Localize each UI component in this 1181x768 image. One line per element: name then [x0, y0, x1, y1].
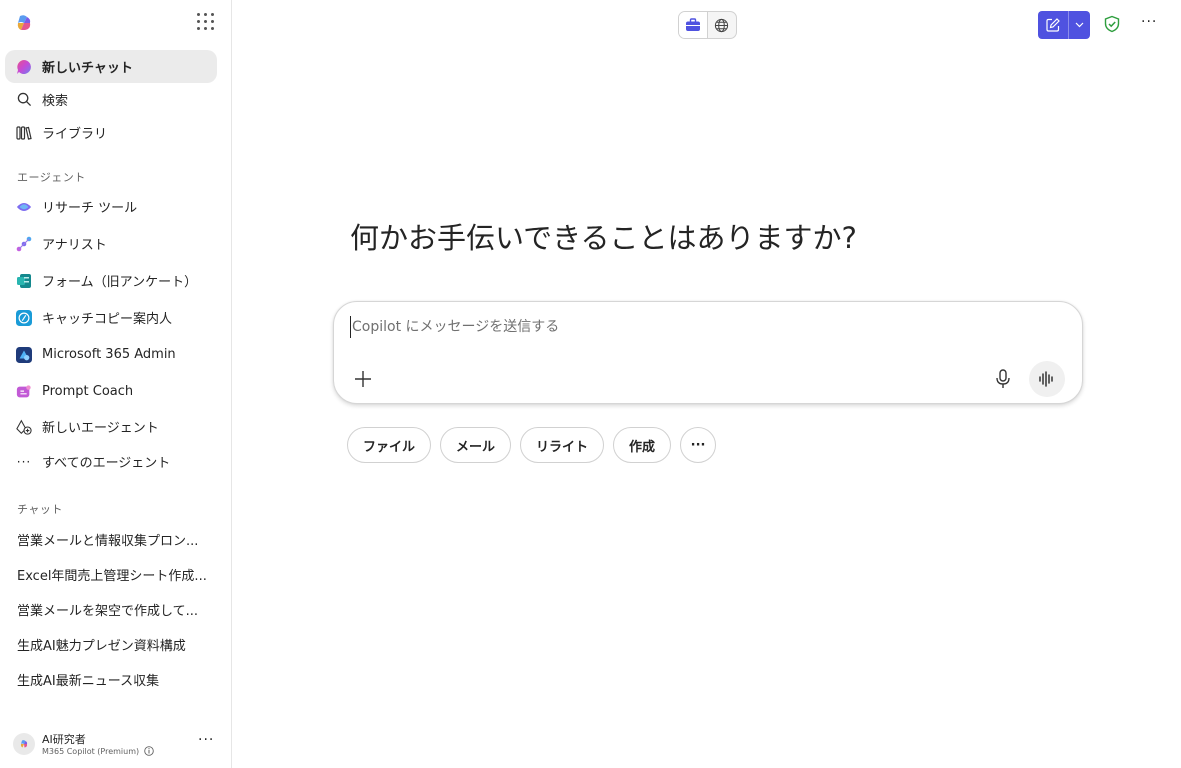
- agent-label: Prompt Coach: [42, 384, 134, 399]
- mode-toggle: [678, 11, 737, 39]
- all-agents-nav-item[interactable]: ··· すべてのエージェント: [5, 445, 217, 478]
- all-agents-label: すべてのエージェント: [42, 456, 171, 471]
- microphone-icon[interactable]: [993, 368, 1013, 390]
- research-tool-icon: [16, 199, 32, 215]
- chat-list-fade: [0, 700, 231, 722]
- profile-name: AI研究者: [42, 733, 86, 746]
- voice-mode-button[interactable]: [1029, 361, 1065, 397]
- search-icon: [16, 92, 32, 108]
- greeting-heading: 何かお手伝いできることはありますか?: [350, 221, 857, 255]
- m365-admin-icon: [16, 346, 32, 363]
- message-input[interactable]: [350, 316, 1050, 338]
- agent-item-catchcopy[interactable]: キャッチコピー案内人: [5, 301, 217, 334]
- message-composer: [333, 301, 1083, 404]
- agent-label: フォーム（旧アンケート）: [42, 275, 198, 290]
- sidebar: 新しいチャット 検索 ライブラリ エージェント リサーチ ツール アナリスト フ…: [0, 0, 232, 768]
- forms-icon: [16, 273, 32, 289]
- agent-item-prompt-coach[interactable]: Prompt Coach: [5, 375, 217, 408]
- shield-check-icon[interactable]: [1103, 15, 1121, 33]
- work-mode-button[interactable]: [679, 12, 708, 38]
- chat-history-item[interactable]: 営業メールと情報収集プロン...: [5, 524, 217, 554]
- briefcase-icon: [685, 18, 700, 31]
- chat-history-item[interactable]: 生成AI魅力プレゼン資料構成: [5, 629, 217, 659]
- new-chat-icon: [16, 59, 32, 75]
- prompt-coach-icon: [16, 384, 32, 400]
- chip-mail[interactable]: メール: [440, 427, 512, 463]
- audio-waveform-icon: [1039, 371, 1053, 387]
- chevron-down-icon: [1075, 22, 1084, 28]
- new-chat-split-button: [1038, 11, 1090, 39]
- new-chat-label: 新しいチャット: [42, 61, 133, 76]
- chip-file[interactable]: ファイル: [347, 427, 432, 463]
- profile-area[interactable]: AI研究者 M365 Copilot (Premium) ···: [0, 722, 231, 768]
- analyst-icon: [16, 236, 32, 252]
- info-icon[interactable]: [144, 746, 154, 756]
- catchcopy-agent-icon: [16, 309, 32, 326]
- chat-history-item[interactable]: 生成AI最新ニュース収集: [5, 664, 217, 694]
- new-agent-icon: [16, 419, 32, 435]
- library-icon: [16, 125, 32, 141]
- chip-rewrite[interactable]: リライト: [520, 427, 605, 463]
- agent-item-research-tool[interactable]: リサーチ ツール: [5, 190, 217, 223]
- chat-history-item[interactable]: 営業メールを架空で作成して...: [5, 594, 217, 624]
- more-horizontal-icon: ···: [16, 454, 32, 469]
- search-label: 検索: [42, 94, 69, 109]
- globe-icon: [715, 18, 729, 32]
- chat-history-item[interactable]: Excel年間売上管理シート作成...: [5, 559, 217, 589]
- web-mode-button[interactable]: [708, 12, 736, 38]
- more-chips-icon[interactable]: ···: [680, 427, 717, 463]
- agent-item-m365-admin[interactable]: Microsoft 365 Admin: [5, 338, 217, 371]
- agent-label: キャッチコピー案内人: [42, 312, 173, 327]
- library-label: ライブラリ: [42, 127, 108, 142]
- new-agent-label: 新しいエージェント: [42, 421, 159, 436]
- agent-label: アナリスト: [42, 238, 107, 253]
- copilot-app: 新しいチャット 検索 ライブラリ エージェント リサーチ ツール アナリスト フ…: [0, 0, 1181, 768]
- copilot-avatar-icon: [20, 740, 28, 748]
- profile-plan-label: M365 Copilot (Premium): [42, 746, 140, 756]
- agent-item-analyst[interactable]: アナリスト: [5, 227, 217, 260]
- profile-more-icon[interactable]: ···: [198, 732, 214, 748]
- compose-button[interactable]: [1038, 11, 1068, 39]
- more-options-icon[interactable]: ···: [1141, 14, 1157, 30]
- library-nav-item[interactable]: ライブラリ: [5, 116, 217, 149]
- new-chat-nav-item[interactable]: 新しいチャット: [5, 50, 217, 83]
- chats-section-label: チャット: [17, 503, 63, 516]
- agents-section-label: エージェント: [17, 171, 86, 184]
- agent-label: Microsoft 365 Admin: [42, 347, 176, 362]
- avatar[interactable]: [13, 733, 35, 755]
- agent-label: リサーチ ツール: [42, 201, 138, 216]
- add-attachment-icon[interactable]: [352, 368, 374, 390]
- profile-plan: M365 Copilot (Premium): [42, 746, 154, 756]
- copilot-logo-icon[interactable]: [14, 13, 34, 33]
- compose-icon: [1046, 18, 1060, 32]
- agent-item-forms[interactable]: フォーム（旧アンケート）: [5, 264, 217, 297]
- suggestion-chips: ファイル メール リライト 作成 ···: [347, 427, 717, 463]
- search-nav-item[interactable]: 検索: [5, 83, 217, 116]
- compose-dropdown-button[interactable]: [1069, 11, 1090, 39]
- chip-create[interactable]: 作成: [613, 427, 672, 463]
- app-launcher-icon[interactable]: [197, 13, 215, 31]
- new-agent-nav-item[interactable]: 新しいエージェント: [5, 410, 217, 443]
